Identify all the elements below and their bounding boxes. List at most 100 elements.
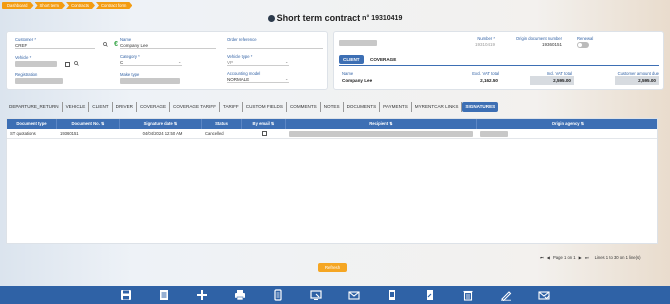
origin-document-field: Origin document number 19360151 <box>506 36 562 47</box>
tab-documents[interactable]: DOCUMENTS <box>344 102 381 112</box>
refresh-button[interactable]: Refresh <box>318 263 347 272</box>
number-field: Number * 19310419 <box>449 36 495 47</box>
save-icon[interactable] <box>116 288 136 302</box>
breadcrumb-dashboard[interactable]: Dashboard <box>2 2 34 9</box>
cell-document-no: 19360151 <box>60 131 79 136</box>
category-value: C <box>120 60 124 65</box>
tab-client-section[interactable]: CLIENT <box>89 102 113 112</box>
registration-input[interactable] <box>15 78 63 84</box>
first-page-icon[interactable]: ⏮ <box>540 255 544 260</box>
vehicle-type-select[interactable]: VP ⌄ <box>227 60 289 66</box>
tab-notes[interactable]: NOTES <box>321 102 344 112</box>
accounting-model-select[interactable]: NORMALE ⌄ <box>227 77 289 83</box>
cell-document-type: ST quotations <box>10 131 36 136</box>
col-signature-date[interactable]: Signature date ⇅ <box>120 119 202 129</box>
breadcrumb: Dashboard Short term Contracts Contract … <box>2 2 133 9</box>
vehicle-type-field[interactable]: Vehicle type * VP ⌄ <box>227 54 289 66</box>
accounting-model-value: NORMALE <box>227 77 250 82</box>
renewal-toggle[interactable] <box>577 42 589 48</box>
breadcrumb-contract-form: Contract form <box>96 2 132 9</box>
tab-payments[interactable]: PAYMENTS <box>380 102 412 112</box>
title-number: n° 19310419 <box>362 14 403 22</box>
customer-field[interactable]: Customer * CREF € <box>15 37 118 49</box>
breadcrumb-contracts[interactable]: Contracts <box>66 2 95 9</box>
copy-icon[interactable] <box>268 288 288 302</box>
list-icon[interactable] <box>154 288 174 302</box>
tab-vehicle[interactable]: VEHICLE <box>63 102 90 112</box>
page-title: Short term contract n° 19310419 <box>267 13 403 23</box>
email-icon[interactable] <box>344 288 364 302</box>
signatures-grid: Document type Document No. ⇅ Signature d… <box>6 118 658 244</box>
customer-input[interactable]: CREF € <box>15 41 118 49</box>
registration-field: Registration <box>15 72 79 84</box>
cell-by-email <box>242 129 286 139</box>
category-select[interactable]: C ⌄ <box>120 60 182 66</box>
customer-label: Customer * <box>15 37 36 42</box>
col-by-email[interactable]: By email ⇅ <box>242 119 286 129</box>
make-type-label: Make type <box>120 72 140 77</box>
prev-page-icon[interactable]: ◀ <box>547 255 550 260</box>
add-icon[interactable] <box>192 288 212 302</box>
document-icon[interactable] <box>382 288 402 302</box>
tab-myrentcar-links[interactable]: MYRENTCAR LINKS <box>412 102 463 112</box>
sign-icon[interactable] <box>496 288 516 302</box>
tab-client[interactable]: CLIENT <box>339 55 364 64</box>
delete-icon[interactable] <box>458 288 478 302</box>
tab-coverage[interactable]: COVERAGE <box>366 55 400 64</box>
tab-coverage-tariff[interactable]: COVERAGE TARIFF <box>170 102 220 112</box>
vehicle-input[interactable] <box>15 61 58 67</box>
order-reference-input[interactable] <box>227 43 323 49</box>
search-icon[interactable] <box>74 61 79 67</box>
print-icon[interactable] <box>230 288 250 302</box>
by-email-checkbox[interactable] <box>261 131 267 137</box>
cell-recipient <box>286 129 477 139</box>
search-icon[interactable] <box>103 42 108 48</box>
vehicle-type-value: VP <box>227 60 234 65</box>
breadcrumb-short-term[interactable]: Short term <box>35 2 66 9</box>
next-page-icon[interactable]: ▶ <box>579 255 582 260</box>
renewal-label: Renewal <box>577 36 594 41</box>
cell-signature-date: 04/04/2024 12:50 AM <box>142 131 183 136</box>
name-field: Name Company Lee <box>120 37 216 49</box>
number-label: Number * <box>477 36 495 41</box>
summary-row: Name Company Lee Excl. VAT total 2,162.5… <box>334 71 663 90</box>
vehicle-type-label: Vehicle type * <box>227 54 253 59</box>
tab-coverage-section[interactable]: COVERAGE <box>137 102 171 112</box>
document-edit-icon[interactable] <box>420 288 440 302</box>
accounting-model-label: Accounting model <box>227 71 261 76</box>
tab-tariff[interactable]: TARIFF <box>220 102 243 112</box>
bottom-toolbar <box>0 286 670 304</box>
amount-due-value: 2,595.00 <box>615 76 659 85</box>
number-value: 19310419 <box>474 42 495 47</box>
tab-signatures[interactable]: SIGNATURES <box>462 102 499 112</box>
email-check-icon[interactable] <box>534 288 554 302</box>
tab-driver[interactable]: DRIVER <box>113 102 137 112</box>
monitor-icon[interactable] <box>306 288 326 302</box>
col-recipient[interactable]: Recipient ⇅ <box>286 119 477 129</box>
last-page-icon[interactable]: ⏭ <box>585 255 589 260</box>
recipient-redacted <box>289 131 473 137</box>
name-input[interactable]: Company Lee <box>120 43 216 49</box>
origin-agency-redacted <box>480 131 508 137</box>
euro-icon[interactable]: € <box>114 41 118 48</box>
col-document-no[interactable]: Document No. ⇅ <box>57 119 120 129</box>
make-type-input[interactable] <box>120 78 180 84</box>
accounting-model-field[interactable]: Accounting model NORMALE ⌄ <box>227 71 289 83</box>
col-origin-agency[interactable]: Origin agency ⇅ <box>477 119 659 129</box>
col-document-type[interactable]: Document type <box>7 119 57 129</box>
tab-custom-fields[interactable]: CUSTOM FIELDS <box>243 102 287 112</box>
name-label: Name <box>120 37 132 42</box>
category-field[interactable]: Category * C ⌄ <box>120 54 182 66</box>
tab-comments[interactable]: COMMENTS <box>287 102 321 112</box>
summary-name-value: Company Lee <box>342 78 373 83</box>
contract-header-form: Customer * CREF € Name Company Lee Order… <box>6 31 328 90</box>
table-row[interactable]: ST quotations 19360151 04/04/2024 12:50 … <box>7 129 657 139</box>
col-status: Status <box>202 119 242 129</box>
tab-departure-return[interactable]: DEPARTURE_RETURN <box>6 102 63 112</box>
vehicle-checkbox[interactable] <box>65 61 70 67</box>
renewal-field: Renewal <box>577 36 607 48</box>
customer-value: CREF <box>15 43 28 48</box>
make-type-field: Make type <box>120 72 182 84</box>
contract-summary-panel: Number * 19310419 Origin document number… <box>333 31 664 90</box>
vehicle-label: Vehicle * <box>15 55 32 60</box>
